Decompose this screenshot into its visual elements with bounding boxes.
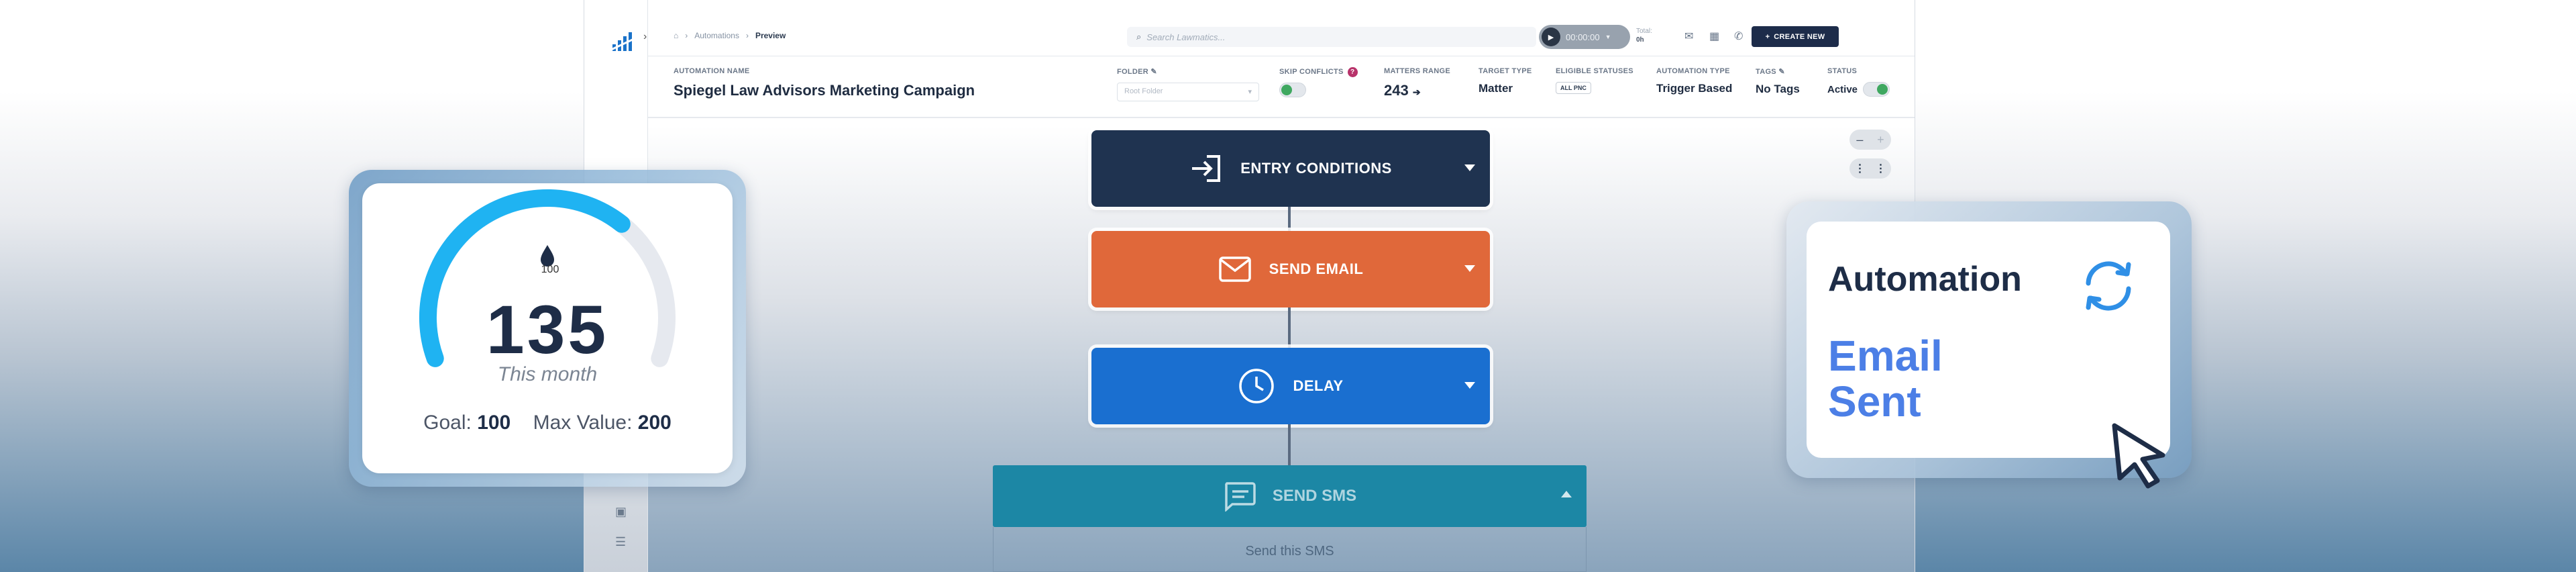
automation-type-field: AUTOMATION TYPE Trigger Based xyxy=(1656,67,1733,95)
chevron-down-icon[interactable]: ▼ xyxy=(1605,34,1611,40)
status-toggle[interactable] xyxy=(1863,82,1890,97)
mail-icon[interactable]: ✉ xyxy=(1684,30,1693,43)
enter-icon xyxy=(1192,155,1221,182)
edit-icon[interactable]: ✎ xyxy=(1150,68,1157,76)
connector-line xyxy=(1288,307,1291,348)
goal-value: 100 xyxy=(477,412,511,434)
skip-conflicts-field: SKIP CONFLICTS? xyxy=(1279,67,1358,101)
goal-marker-label: 100 xyxy=(541,264,559,275)
gauge-subtitle: This month xyxy=(497,363,598,385)
automation-type-value: Trigger Based xyxy=(1656,82,1733,95)
calendar-icon[interactable]: ▦ xyxy=(1709,30,1719,43)
search-icon: ⌕ xyxy=(1136,32,1142,42)
home-icon[interactable]: ⌂ xyxy=(674,31,678,40)
time-total: Total: 0h xyxy=(1636,28,1652,44)
matters-range-field: MATTERS RANGE 243 ➔ xyxy=(1384,67,1451,99)
eligible-statuses-field: ELIGIBLE STATUSES ALL PNC xyxy=(1556,67,1633,94)
phone-icon[interactable]: ✆ xyxy=(1734,30,1743,43)
folder-select[interactable]: Root Folder ▾ xyxy=(1117,83,1259,101)
zoom-in-button[interactable]: + xyxy=(1877,133,1884,147)
search-input[interactable]: ⌕ Search Lawmatics... xyxy=(1127,27,1536,47)
status-field: STATUS Active xyxy=(1827,67,1890,97)
edit-icon[interactable]: ✎ xyxy=(1778,68,1785,76)
create-new-button[interactable]: + CREATE NEW xyxy=(1752,26,1839,47)
sms-body: Send this SMS xyxy=(993,527,1587,572)
automation-info-bar: AUTOMATION NAME Spiegel Law Advisors Mar… xyxy=(648,56,1915,118)
tags-value: No Tags xyxy=(1756,83,1800,95)
status-value: Active xyxy=(1827,83,1858,95)
zoom-out-button[interactable]: – xyxy=(1856,133,1863,147)
node-label: DELAY xyxy=(1293,377,1344,394)
calendar-icon[interactable]: ▣ xyxy=(615,505,629,518)
skip-conflicts-toggle[interactable] xyxy=(1279,83,1306,97)
gauge-footer: Goal: 100 Max Value: 200 xyxy=(423,412,672,434)
target-type-field: TARGET TYPE Matter xyxy=(1479,67,1532,95)
chevron-right-icon[interactable]: › xyxy=(643,31,647,43)
more-options: ⋮ ⋮ xyxy=(1849,158,1891,179)
folder-field: FOLDER ✎ Root Folder ▾ xyxy=(1117,67,1259,101)
chevron-down-icon[interactable] xyxy=(1464,265,1475,272)
list-icon[interactable]: ☰ xyxy=(615,535,629,549)
message-icon xyxy=(1224,482,1256,512)
automation-name-field: AUTOMATION NAME Spiegel Law Advisors Mar… xyxy=(674,67,975,99)
plus-icon: + xyxy=(1765,32,1770,41)
connector-line xyxy=(1288,424,1291,465)
target-type-value: Matter xyxy=(1479,82,1513,95)
automation-card-event: Email Sent xyxy=(1828,332,1943,426)
chevron-down-icon[interactable] xyxy=(1464,164,1475,171)
top-bar: ⌂ › Automations › Preview ⌕ Search Lawma… xyxy=(648,0,1915,56)
node-label: SEND SMS xyxy=(1272,487,1357,505)
time-tracker[interactable]: ▶ 00:00:00 ▼ xyxy=(1539,25,1630,49)
sync-icon xyxy=(2086,261,2131,311)
breadcrumb: ⌂ › Automations › Preview xyxy=(674,31,786,40)
cursor-icon xyxy=(2112,423,2165,489)
zoom-control: – + xyxy=(1849,130,1891,150)
entry-conditions-node[interactable]: ENTRY CONDITIONS xyxy=(1091,130,1490,207)
clock-icon xyxy=(1239,369,1275,403)
max-value: 200 xyxy=(637,412,672,434)
node-label: SEND EMAIL xyxy=(1269,260,1364,277)
chevron-down-icon: ▾ xyxy=(1248,88,1252,96)
envelope-icon xyxy=(1218,256,1251,282)
play-icon[interactable]: ▶ xyxy=(1542,28,1560,46)
automation-name[interactable]: Spiegel Law Advisors Marketing Campaign xyxy=(674,82,975,99)
matters-range-value: 243 xyxy=(1384,82,1409,99)
help-icon[interactable]: ? xyxy=(1347,67,1358,77)
more-icon[interactable]: ⋮ xyxy=(1855,162,1866,175)
send-email-node[interactable]: SEND EMAIL xyxy=(1091,231,1490,307)
send-sms-node[interactable]: SEND SMS xyxy=(993,465,1587,527)
gauge-value: 135 xyxy=(486,291,609,368)
more-icon[interactable]: ⋮ xyxy=(1876,162,1886,175)
automation-card-title: Automation xyxy=(1828,260,2022,299)
chevron-down-icon[interactable] xyxy=(1464,382,1475,389)
arrow-icon[interactable]: ➔ xyxy=(1413,87,1421,97)
breadcrumb-automations[interactable]: Automations xyxy=(694,31,739,40)
node-label: ENTRY CONDITIONS xyxy=(1240,160,1392,177)
tags-field: TAGS ✎ No Tags xyxy=(1756,68,1800,95)
connector-line xyxy=(1288,207,1291,231)
breadcrumb-current: Preview xyxy=(755,31,786,40)
status-badge: ALL PNC xyxy=(1556,82,1591,94)
chevron-up-icon[interactable] xyxy=(1561,491,1572,497)
gauge-card: 100 135 This month Goal: 100 Max Value: … xyxy=(362,183,733,473)
delay-node[interactable]: DELAY xyxy=(1091,348,1490,424)
timer-value: 00:00:00 xyxy=(1566,32,1600,42)
logo-icon[interactable] xyxy=(611,32,634,52)
search-placeholder: Search Lawmatics... xyxy=(1146,32,1226,42)
